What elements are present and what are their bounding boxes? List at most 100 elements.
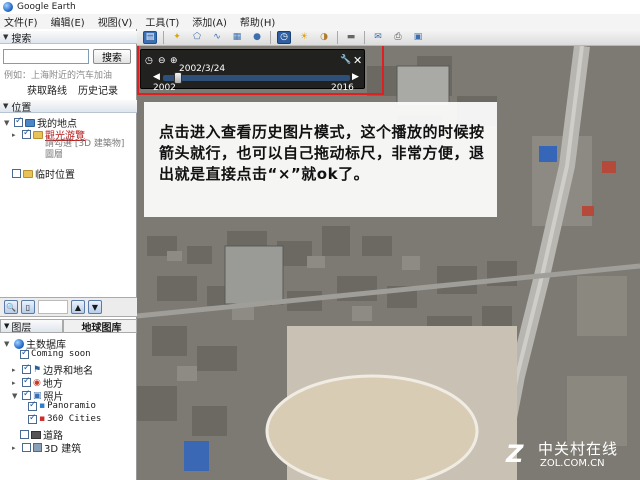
cities-icon: ▪: [39, 414, 46, 424]
main-toolbar: ▤ ✦ ⬠ ∿ ▦ ● ◷ ☀ ◑ ▬ ✉ ⎙ ▣: [137, 29, 640, 46]
temp-places-checkbox[interactable]: [12, 169, 21, 178]
layer-label: Coming soon: [31, 349, 91, 359]
search-section-label: 搜索: [11, 33, 32, 45]
ruler-icon[interactable]: ▬: [344, 31, 358, 44]
places-section-header[interactable]: ▼ 位置: [0, 100, 137, 114]
toolbar-divider: [364, 30, 365, 44]
layer-checkbox[interactable]: [20, 430, 29, 439]
layer-row[interactable]: ▪ 360 Cities: [28, 413, 102, 424]
menu-file[interactable]: 文件(F): [4, 14, 38, 29]
tutorial-caption: 点击进入查看历史图片模式，这个播放的时候按箭头就行，也可以自己拖动标尺，非常方便…: [144, 102, 497, 217]
move-up-icon[interactable]: ▲: [71, 300, 85, 314]
time-slider-widget[interactable]: ◷ ⊖ ⊕ 2002/3/24 ◀ ▶ 2002 2016 🔧 ✕: [140, 49, 365, 93]
zol-watermark: Z 中关村在线 ZOL.COM.CN: [504, 438, 629, 474]
layer-row[interactable]: ▸ 3D 建筑: [12, 440, 81, 455]
expand-arrow-icon[interactable]: ▼: [4, 119, 12, 127]
search-section-header[interactable]: ▼ 搜索: [0, 31, 137, 45]
road-icon: [31, 430, 41, 439]
menu-tools[interactable]: 工具(T): [145, 14, 179, 29]
sunlight-icon[interactable]: ☀: [297, 31, 311, 44]
tab-layers-label: 图层: [11, 322, 32, 334]
search-input[interactable]: [3, 49, 89, 64]
collapse-arrow-icon: ▼: [3, 33, 9, 41]
tour-checkbox[interactable]: [22, 128, 31, 139]
historical-imagery-icon[interactable]: ◷: [277, 30, 291, 44]
time-current-date: 2002/3/24: [179, 64, 226, 74]
menu-help[interactable]: 帮助(H): [240, 14, 275, 29]
play-back-icon[interactable]: ◀: [153, 72, 160, 82]
expand-arrow-icon[interactable]: ▼: [4, 340, 12, 348]
search-button[interactable]: 搜索: [93, 49, 131, 64]
search-links: 获取路线 历史记录: [27, 82, 118, 97]
placemark-icon[interactable]: ✦: [170, 31, 184, 44]
clock-icon[interactable]: ◷: [145, 56, 153, 66]
tree-row-temp-places[interactable]: 临时位置: [12, 166, 75, 181]
print-icon[interactable]: ⎙: [391, 31, 405, 44]
expand-arrow-icon[interactable]: ▸: [12, 131, 20, 139]
my-places-checkbox[interactable]: [14, 116, 23, 127]
building-icon: [33, 443, 42, 452]
zoom-out-time-icon[interactable]: ⊖: [158, 56, 166, 66]
places-section-label: 位置: [11, 102, 32, 114]
layers-tabs: ▼ 图层 地球图库: [0, 319, 137, 334]
history-link[interactable]: 历史记录: [78, 82, 118, 97]
watermark-sub: ZOL.COM.CN: [540, 458, 605, 469]
move-down-icon[interactable]: ▼: [88, 300, 102, 314]
tab-gallery-label: 地球图库: [81, 322, 122, 334]
maps-icon[interactable]: ▣: [411, 31, 425, 44]
layer-row[interactable]: ▪ Panoramio: [28, 400, 96, 411]
google-earth-icon: [3, 2, 13, 12]
folder-icon: [23, 169, 33, 178]
time-start-year: 2002: [153, 83, 176, 93]
menu-edit[interactable]: 编辑(E): [51, 14, 85, 29]
play-forward-icon[interactable]: ▶: [352, 72, 359, 82]
wrench-icon[interactable]: 🔧: [340, 55, 351, 65]
menu-add[interactable]: 添加(A): [192, 14, 227, 29]
layer-checkbox[interactable]: [22, 443, 31, 452]
search-panel-icon[interactable]: 🔍: [4, 300, 18, 314]
overlay-icon[interactable]: ▦: [230, 31, 244, 44]
panel-spacer: [38, 300, 68, 314]
panel-toggle-icon[interactable]: ▯: [21, 300, 35, 314]
expand-arrow-icon[interactable]: ▼: [12, 392, 20, 400]
layer-label: 360 Cities: [47, 414, 102, 424]
expand-arrow-icon[interactable]: ▸: [12, 379, 20, 387]
layer-row[interactable]: Coming soon: [20, 348, 91, 359]
panel-nav-strip: 🔍 ▯ ▲ ▼: [0, 297, 137, 317]
get-directions-link[interactable]: 获取路线: [27, 82, 67, 97]
email-icon[interactable]: ✉: [371, 31, 385, 44]
path-icon[interactable]: ∿: [210, 31, 224, 44]
layer-checkbox[interactable]: [22, 363, 31, 374]
menu-view[interactable]: 视图(V): [98, 14, 133, 29]
folder-icon: [25, 118, 35, 127]
time-track[interactable]: [163, 75, 350, 81]
layer-checkbox[interactable]: [28, 413, 37, 424]
layer-checkbox[interactable]: [20, 348, 29, 359]
toolbar-divider: [337, 30, 338, 44]
menu-bar: 文件(F) 编辑(E) 视图(V) 工具(T) 添加(A) 帮助(H): [0, 14, 640, 29]
record-tour-icon[interactable]: ●: [250, 31, 264, 44]
layer-checkbox[interactable]: [28, 400, 37, 411]
map-view[interactable]: ◷ ⊖ ⊕ 2002/3/24 ◀ ▶ 2002 2016 🔧 ✕ 点击进入查看…: [137, 46, 640, 480]
layer-label: Panoramio: [47, 401, 96, 411]
panoramio-icon: ▪: [39, 401, 46, 411]
zoom-in-time-icon[interactable]: ⊕: [170, 56, 178, 66]
layer-checkbox[interactable]: [22, 376, 31, 387]
toolbar-divider: [163, 30, 164, 44]
planet-icon[interactable]: ◑: [317, 31, 331, 44]
search-hint: 例如：上海附近的汽车加油: [4, 71, 113, 81]
collapse-arrow-icon: ▼: [3, 102, 9, 110]
folder-icon: [33, 130, 43, 139]
sidebar-toggle-icon[interactable]: ▤: [143, 30, 157, 44]
toolbar-divider: [270, 30, 271, 44]
tour-note: 請勾選 [3D 建築物] 圖層: [45, 139, 130, 161]
caption-text: 点击进入查看历史图片模式，这个播放的时候按箭头就行，也可以自己拖动标尺，非常方便…: [159, 123, 485, 183]
expand-arrow-icon[interactable]: ▸: [12, 444, 20, 452]
flag-icon: ⚑: [33, 364, 42, 375]
zol-logo-icon: Z: [506, 440, 524, 468]
expand-arrow-icon[interactable]: ▸: [12, 366, 20, 374]
tab-layers[interactable]: ▼ 图层: [0, 319, 63, 334]
tab-earth-gallery[interactable]: 地球图库: [63, 319, 137, 334]
close-icon[interactable]: ✕: [353, 54, 362, 67]
polygon-icon[interactable]: ⬠: [190, 31, 204, 44]
